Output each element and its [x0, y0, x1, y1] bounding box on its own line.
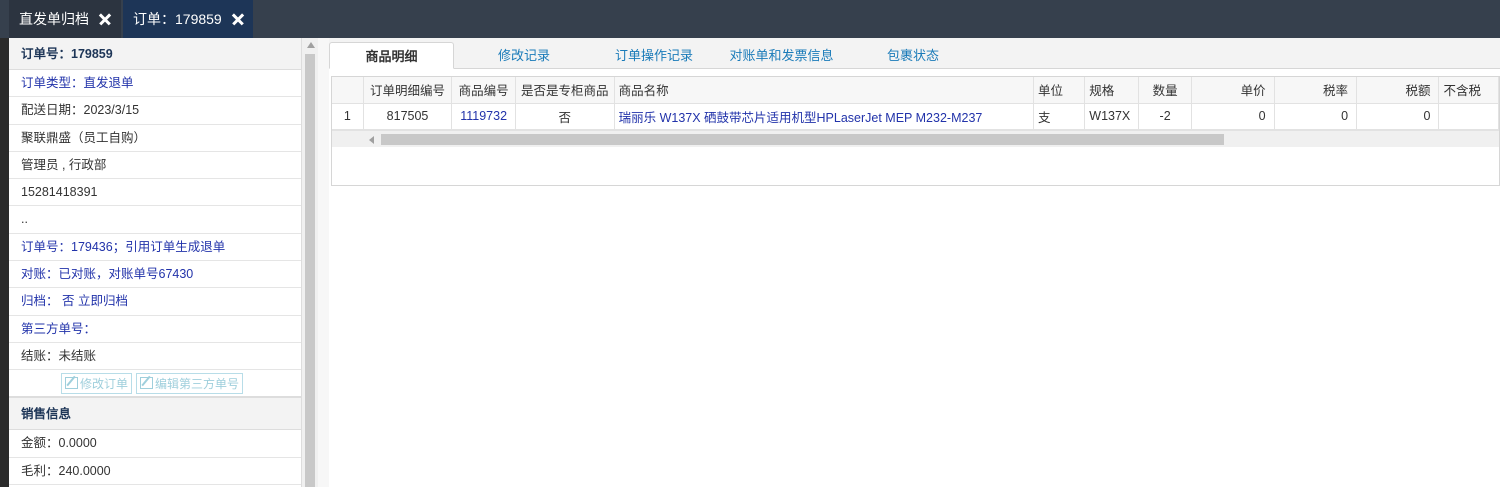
cell-untaxed: [1438, 103, 1499, 130]
col-header-spec[interactable]: 规格: [1084, 77, 1140, 104]
product-table: 订单明细编号 商品编号 是否是专柜商品 商品名称 单位 规格 数量 单价 税率 …: [332, 77, 1499, 130]
gross-profit: 毛利：240.0000: [9, 458, 301, 485]
col-header-qty[interactable]: 数量: [1138, 77, 1193, 104]
col-header-name[interactable]: 商品名称: [614, 77, 1034, 104]
row-index: 1: [332, 103, 364, 130]
col-header-counter[interactable]: 是否是专柜商品: [515, 77, 615, 104]
table-row[interactable]: 1 817505 1119732 否 瑞丽乐 W137X 硒鼓带芯片适用机型HP…: [332, 103, 1499, 130]
top-tab-order[interactable]: 订单：179859: [123, 0, 253, 38]
settlement-status: 结账：未结账: [9, 343, 301, 371]
edit-third-party-button[interactable]: 编辑第三方单号: [136, 372, 244, 394]
contact-person: 管理员 , 行政部: [9, 152, 301, 180]
table-horizontal-scrollbar[interactable]: [332, 130, 1499, 147]
panel-splitter[interactable]: [318, 38, 329, 487]
col-header-product-id[interactable]: 商品编号: [451, 77, 516, 104]
order-info-panel: 订单号：179859 订单类型：直发退单 配送日期：2023/3/15 聚联鼎盛…: [9, 38, 301, 487]
top-tab-bar: 直发单归档 订单：179859: [0, 0, 1500, 38]
scroll-up-arrow-icon[interactable]: [307, 42, 315, 48]
cell-product-id-link[interactable]: 1119732: [451, 103, 516, 130]
table-header-row: 订单明细编号 商品编号 是否是专柜商品 商品名称 单位 规格 数量 单价 税率 …: [332, 77, 1499, 104]
close-icon[interactable]: [97, 11, 111, 27]
cell-counter: 否: [515, 103, 615, 130]
cell-qty: -2: [1138, 103, 1193, 130]
sales-info-header: 销售信息: [9, 398, 301, 431]
edit-icon: [140, 377, 154, 390]
tab-reconciliation-invoice[interactable]: 对账单和发票信息: [724, 42, 839, 69]
col-header-tax-amount[interactable]: 税额: [1356, 77, 1440, 104]
col-header-index: [332, 77, 364, 104]
close-icon[interactable]: [230, 11, 243, 27]
top-tab-label: 订单：179859: [133, 11, 222, 27]
main-content: 商品明细 修改记录 订单操作记录 对账单和发票信息 包裹状态 订单明细编号 商品…: [329, 38, 1500, 487]
button-label: 编辑第三方单号: [155, 376, 240, 391]
button-label: 修改订单: [80, 376, 129, 391]
cell-spec: W137X: [1084, 103, 1140, 130]
edit-icon: [65, 377, 78, 390]
cell-tax-amount: 0: [1356, 103, 1440, 130]
address-ellipsis: ..: [9, 206, 301, 234]
tab-operation-log[interactable]: 订单操作记录: [594, 42, 714, 69]
tab-modification-log[interactable]: 修改记录: [469, 42, 579, 69]
top-tab-label: 直发单归档: [19, 11, 89, 27]
left-panel-scrollbar[interactable]: [301, 38, 318, 487]
action-buttons: 修改订单 编辑第三方单号: [9, 370, 301, 399]
col-header-price[interactable]: 单价: [1191, 77, 1275, 104]
order-type: 订单类型：直发退单: [9, 70, 301, 98]
cell-unit: 支: [1033, 103, 1086, 130]
left-strip: [0, 38, 9, 487]
col-header-untaxed[interactable]: 不含税: [1438, 77, 1499, 104]
tab-product-details[interactable]: 商品明细: [329, 42, 454, 69]
phone-number: 15281418391: [9, 179, 301, 207]
cell-price: 0: [1191, 103, 1275, 130]
product-detail-grid: 订单明细编号 商品编号 是否是专柜商品 商品名称 单位 规格 数量 单价 税率 …: [331, 76, 1500, 186]
order-number-header: 订单号：179859: [9, 38, 301, 70]
archive-status[interactable]: 归档： 否 立即归档: [9, 288, 301, 316]
scroll-left-arrow-icon[interactable]: [369, 136, 374, 144]
third-party-number: 第三方单号：: [9, 316, 301, 343]
col-header-tax-rate[interactable]: 税率: [1274, 77, 1358, 104]
cell-product-name-link[interactable]: 瑞丽乐 W137X 硒鼓带芯片适用机型HPLaserJet MEP M232-M…: [614, 103, 1034, 130]
tab-package-status[interactable]: 包裹状态: [854, 42, 972, 69]
sales-amount: 金额：0.0000: [9, 430, 301, 458]
customer-name: 聚联鼎盛（员工自购）: [9, 125, 301, 152]
col-header-unit[interactable]: 单位: [1033, 77, 1086, 104]
top-tab-archive[interactable]: 直发单归档: [9, 0, 121, 38]
cell-tax-rate: 0: [1274, 103, 1358, 130]
scrollbar-thumb[interactable]: [381, 134, 1224, 145]
scrollbar-thumb[interactable]: [305, 54, 315, 487]
edit-order-button[interactable]: 修改订单: [61, 372, 133, 394]
delivery-date: 配送日期：2023/3/15: [9, 97, 301, 125]
col-header-detail-id[interactable]: 订单明细编号: [363, 77, 453, 104]
content-tab-bar: 商品明细 修改记录 订单操作记录 对账单和发票信息 包裹状态: [329, 38, 1500, 69]
cell-detail-id: 817505: [363, 103, 453, 130]
reconciliation-link[interactable]: 对账：已对账，对账单号67430: [9, 261, 301, 289]
referenced-order-link[interactable]: 订单号：179436；引用订单生成退单: [9, 234, 301, 262]
